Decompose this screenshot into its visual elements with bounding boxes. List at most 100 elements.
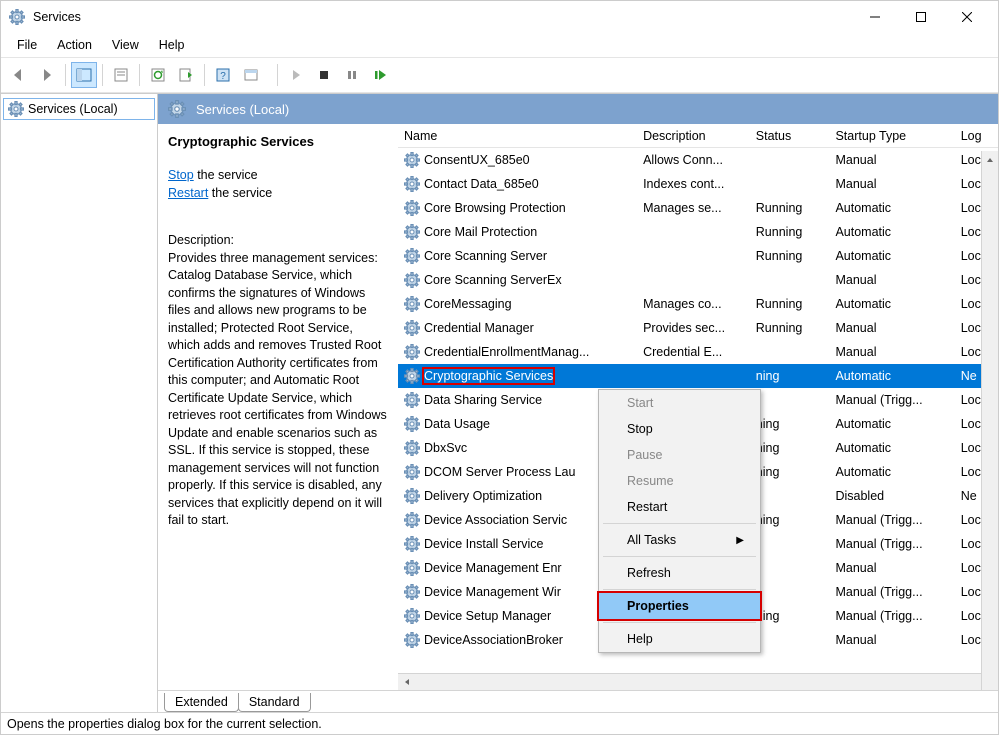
service-startup: Automatic [829,364,954,388]
list-scroll-area[interactable]: Name Description Status Startup Type Log… [398,125,998,673]
table-row[interactable]: Core Scanning ServerExManualLoc [398,268,998,292]
table-row[interactable]: Cryptographic ServicesningAutomaticNe [398,364,998,388]
table-row[interactable]: Core Mail ProtectionRunningAutomaticLoc [398,220,998,244]
service-description [637,220,750,244]
service-name: Device Setup Manager [424,609,551,623]
service-name: Device Management Enr [424,561,562,575]
service-description: Indexes cont... [637,172,750,196]
stop-service-button[interactable] [311,62,337,88]
service-status [750,388,830,412]
service-status [750,532,830,556]
menu-action[interactable]: Action [47,38,102,52]
status-bar: Opens the properties dialog box for the … [1,712,998,734]
forward-button[interactable] [34,62,60,88]
service-icon [404,176,420,192]
cm-start[interactable]: Start [599,390,760,416]
properties-button[interactable] [108,62,134,88]
show-hide-action-button[interactable] [238,62,264,88]
service-icon [404,296,420,312]
table-row[interactable]: CoreMessagingManages co...RunningAutomat… [398,292,998,316]
cm-help[interactable]: Help [599,626,760,652]
service-icon [404,536,420,552]
content-area: Services (Local) Services (Local) Crypto… [1,93,998,712]
table-row[interactable]: ConsentUX_685e0Allows Conn...ManualLoc [398,148,998,172]
service-name: Contact Data_685e0 [424,177,539,191]
service-description: Manages co... [637,292,750,316]
table-row[interactable]: CredentialEnrollmentManag...Credential E… [398,340,998,364]
col-description[interactable]: Description [637,125,750,148]
table-row[interactable]: Core Browsing ProtectionManages se...Run… [398,196,998,220]
scroll-left-icon[interactable] [398,675,415,690]
service-icon [404,344,420,360]
tab-standard[interactable]: Standard [238,693,311,712]
service-icon [404,224,420,240]
service-name: Credential Manager [424,321,534,335]
service-description [637,268,750,292]
refresh-button[interactable] [145,62,171,88]
service-startup: Automatic [829,220,954,244]
view-tabs: Extended Standard [158,690,998,712]
col-name[interactable]: Name [398,125,637,148]
service-startup: Automatic [829,244,954,268]
col-status[interactable]: Status [750,125,830,148]
service-name: Delivery Optimization [424,489,542,503]
pause-service-button[interactable] [339,62,365,88]
cm-stop[interactable]: Stop [599,416,760,442]
status-text: Opens the properties dialog box for the … [7,717,322,731]
right-pane-header: Services (Local) [158,94,998,125]
close-button[interactable] [944,2,990,32]
show-hide-tree-button[interactable] [71,62,97,88]
scroll-up-icon[interactable] [982,151,997,168]
service-description: Provides sec... [637,316,750,340]
service-status [750,484,830,508]
submenu-arrow-icon: ▶ [736,535,744,546]
tree-node-services-local[interactable]: Services (Local) [3,98,155,120]
restart-service-button[interactable] [367,62,393,88]
service-status: ning [750,436,830,460]
col-logon[interactable]: Log [955,125,998,148]
cm-refresh[interactable]: Refresh [599,560,760,586]
stop-link[interactable]: Stop [168,168,194,182]
service-status: ning [750,508,830,532]
help-button[interactable]: ? [210,62,236,88]
table-row[interactable]: Credential Manager Provides sec...Running… [398,316,998,340]
title-bar: Services [1,1,998,33]
cm-resume[interactable]: Resume [599,468,760,494]
service-status: ning [750,364,830,388]
service-name: Core Mail Protection [424,225,537,239]
vertical-scrollbar[interactable] [981,151,998,690]
service-name: Core Scanning ServerEx [424,273,562,287]
start-service-button[interactable] [283,62,309,88]
menu-help[interactable]: Help [149,38,195,52]
service-description [637,364,750,388]
menu-file[interactable]: File [7,38,47,52]
restart-link[interactable]: Restart [168,186,208,200]
service-name: Data Sharing Service [424,393,542,407]
cm-all-tasks[interactable]: All Tasks▶ [599,527,760,553]
cm-properties[interactable]: Properties [599,593,760,619]
service-status [750,340,830,364]
col-startup[interactable]: Startup Type [829,125,954,148]
cm-pause[interactable]: Pause [599,442,760,468]
restart-suffix: the service [208,186,272,200]
description-label: Description: [168,232,388,250]
cm-restart[interactable]: Restart [599,494,760,520]
service-description [637,244,750,268]
svg-text:?: ? [220,71,226,82]
tab-extended[interactable]: Extended [164,693,239,712]
table-row[interactable]: Contact Data_685e0Indexes cont...ManualL… [398,172,998,196]
service-status: Running [750,316,830,340]
minimize-button[interactable] [852,2,898,32]
horizontal-scrollbar[interactable] [398,673,998,690]
service-icon [404,632,420,648]
back-button[interactable] [6,62,32,88]
service-startup: Manual (Trigg... [829,508,954,532]
table-row[interactable]: Core Scanning ServerRunningAutomaticLoc [398,244,998,268]
service-status: ning [750,412,830,436]
maximize-button[interactable] [898,2,944,32]
service-name: DbxSvc [424,441,467,455]
service-status [750,628,830,652]
menu-view[interactable]: View [102,38,149,52]
description-text: Provides three management services: Cata… [168,250,388,530]
export-button[interactable] [173,62,199,88]
